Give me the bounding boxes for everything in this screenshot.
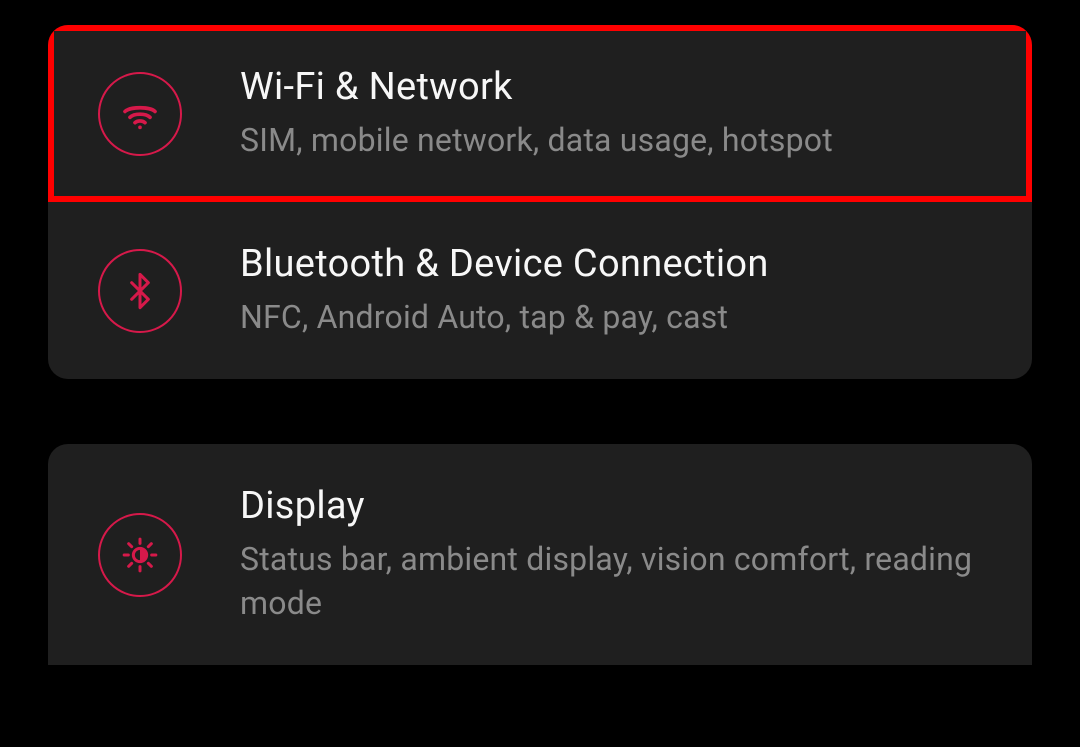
settings-item-display[interactable]: Display Status bar, ambient display, vis…	[48, 444, 1032, 664]
bluetooth-icon	[98, 249, 182, 333]
settings-item-bluetooth[interactable]: Bluetooth & Device Connection NFC, Andro…	[48, 202, 1032, 379]
settings-item-subtitle: SIM, mobile network, data usage, hotspot	[240, 119, 833, 162]
settings-item-text: Wi-Fi & Network SIM, mobile network, dat…	[240, 65, 833, 162]
settings-item-title: Display	[240, 484, 982, 528]
settings-item-subtitle: NFC, Android Auto, tap & pay, cast	[240, 296, 769, 339]
settings-card-display: Display Status bar, ambient display, vis…	[48, 444, 1032, 664]
settings-item-wifi-network[interactable]: Wi-Fi & Network SIM, mobile network, dat…	[48, 25, 1032, 202]
settings-item-title: Wi-Fi & Network	[240, 65, 833, 109]
settings-item-text: Bluetooth & Device Connection NFC, Andro…	[240, 242, 769, 339]
settings-item-text: Display Status bar, ambient display, vis…	[240, 484, 982, 624]
settings-item-title: Bluetooth & Device Connection	[240, 242, 769, 286]
wifi-icon	[98, 72, 182, 156]
settings-card-network: Wi-Fi & Network SIM, mobile network, dat…	[48, 25, 1032, 379]
brightness-icon	[98, 513, 182, 597]
settings-item-subtitle: Status bar, ambient display, vision comf…	[240, 538, 982, 624]
